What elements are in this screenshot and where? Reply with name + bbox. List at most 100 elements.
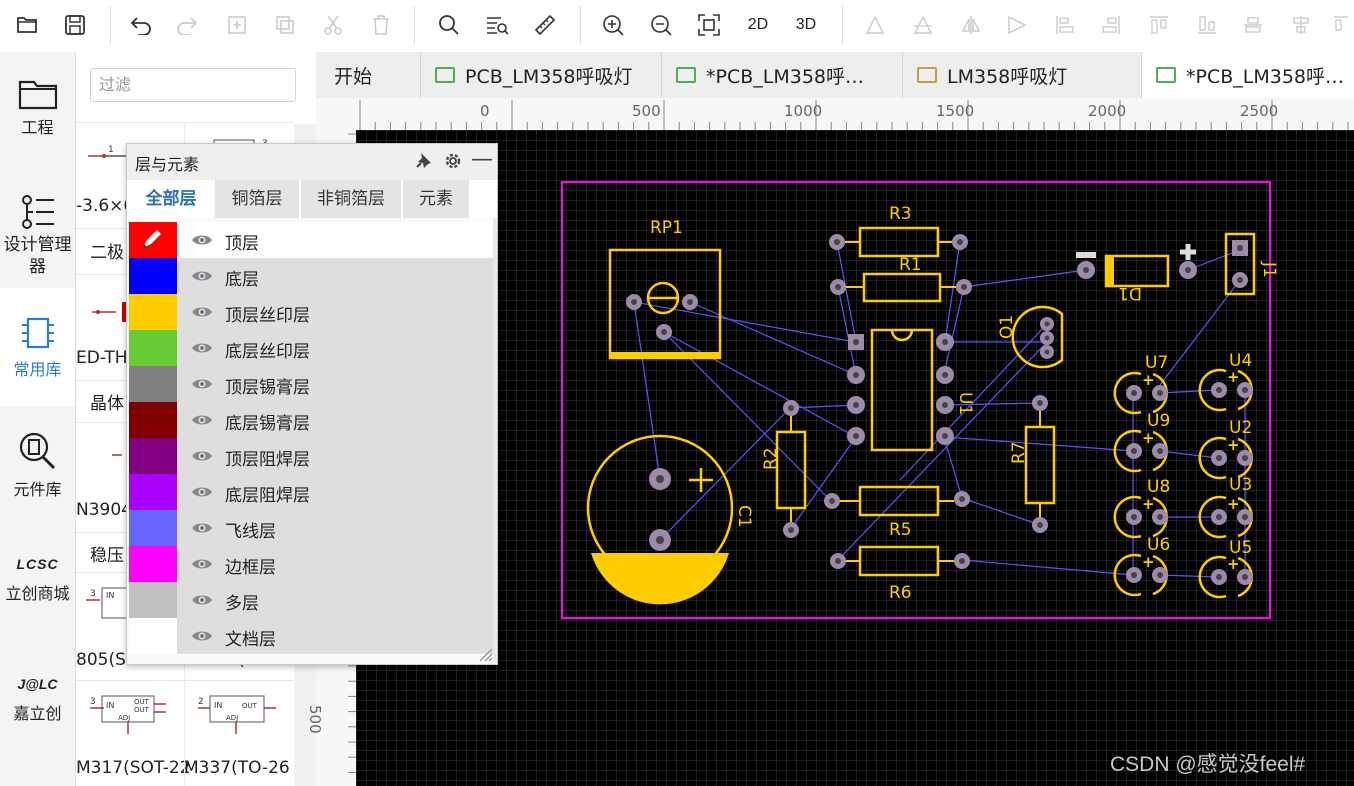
layer-color-swatch[interactable] [129,366,177,402]
layer-row[interactable]: 多层 [127,582,493,618]
minimize-icon[interactable]: — [471,147,493,172]
zoom-out-icon[interactable] [644,8,678,42]
flip-icon[interactable] [1000,8,1034,42]
delete-icon[interactable] [364,8,398,42]
library-item-label[interactable]: ED-TH [76,348,128,368]
open-folder-icon[interactable] [10,8,44,42]
eye-visibility-icon[interactable] [191,269,213,283]
layer-row[interactable]: 顶层 [127,222,493,258]
zoom-in-icon[interactable] [596,8,630,42]
find-list-icon[interactable] [480,8,514,42]
align-left-icon[interactable] [858,8,892,42]
sidebar-item-lcsc-mall[interactable]: LCSC 立创商城 [0,556,75,604]
tab-pcb-2[interactable]: *PCB_LM358呼… [662,52,903,98]
copy-icon[interactable] [268,8,302,42]
pcb-canvas[interactable]: + + + + + + + + RP1 R3 R1 D1 J1 Q1 U1 R2 C1 R7 … [356,130,1354,786]
fit-view-icon[interactable] [692,8,726,42]
eye-visibility-icon[interactable] [191,593,213,607]
layers-scrollbar[interactable] [493,218,497,662]
sidebar-item-common-library[interactable]: 常用库 [0,288,75,406]
layer-color-swatch[interactable] [129,618,177,654]
search-icon[interactable] [432,8,466,42]
eye-visibility-icon[interactable] [191,341,213,355]
filter-input[interactable]: 过滤 [90,68,296,102]
chip-icon [21,317,54,349]
library-item-label[interactable]: N3904 [76,500,132,520]
layer-color-swatch[interactable] [129,294,177,330]
layer-row[interactable]: 顶层阻焊层 [127,438,493,474]
ruler-label: 2500 [1240,102,1279,120]
pcb-board[interactable]: + ++ ++ ++ + RP1 R3 R1 D1 J1 Q1 U1 R2 C1 R7 … [356,130,1354,786]
layer-row[interactable]: 顶层丝印层 [127,294,493,330]
sidebar-item-label: 设计管理器 [3,235,72,277]
align-top-left-icon[interactable] [1048,8,1082,42]
sidebar-item-design-manager[interactable]: 设计管理器 [0,194,75,278]
redo-icon[interactable] [170,8,204,42]
align-more-icon[interactable] [1326,8,1354,42]
tab-pcb-1[interactable]: PCB_LM358呼吸灯 [421,52,662,98]
layer-color-swatch[interactable] [129,510,177,546]
ref-label: U4 [1229,351,1252,371]
align-middle-icon[interactable] [1236,8,1270,42]
layer-color-swatch[interactable] [129,474,177,510]
tab-elements[interactable]: 元素 [403,180,470,218]
mirror-icon[interactable] [954,8,988,42]
align-bottom-icon[interactable] [1190,8,1224,42]
layer-color-swatch[interactable] [129,582,177,618]
tab-start[interactable]: 开始 [316,52,421,98]
pin-icon[interactable] [415,151,433,174]
sidebar-item-project[interactable]: 工程 [0,76,75,138]
layer-row[interactable]: 边框层 [127,546,493,582]
tab-non-copper-layers[interactable]: 非铜箔层 [301,180,402,218]
layer-row[interactable]: 底层 [127,258,493,294]
view-2d-button[interactable]: 2D [738,8,778,42]
layer-color-swatch[interactable] [129,402,177,438]
library-item-label[interactable]: M317(SOT-22 [76,758,191,778]
eye-visibility-icon[interactable] [191,485,213,499]
align-top-icon[interactable] [1142,8,1176,42]
svg-text:OUT: OUT [242,702,258,710]
layer-row[interactable]: 飞线层 [127,510,493,546]
tab-copper-layers[interactable]: 铜箔层 [215,180,300,218]
library-item-label[interactable]: M337(TO-26 [184,758,290,778]
eye-visibility-icon[interactable] [191,449,213,463]
layer-color-swatch[interactable] [129,330,177,366]
add-icon[interactable] [220,8,254,42]
eye-visibility-icon[interactable] [191,413,213,427]
align-center-icon[interactable] [906,8,940,42]
layer-color-swatch[interactable] [129,438,177,474]
distribute-icon[interactable] [1284,8,1318,42]
sidebar-item-component-library[interactable]: 元件库 [0,430,75,500]
library-category-label[interactable]: 稳压 [90,541,124,566]
cut-icon[interactable] [316,8,350,42]
tab-project[interactable]: LM358呼吸灯 [903,52,1142,98]
layer-row[interactable]: 底层丝印层 [127,330,493,366]
layer-row[interactable]: 底层阻焊层 [127,474,493,510]
tab-pcb-active[interactable]: *PCB_LM358呼… [1142,52,1354,98]
eye-visibility-icon[interactable] [191,377,213,391]
eye-visibility-icon[interactable] [191,233,213,247]
layer-row[interactable]: 底层锡膏层 [127,402,493,438]
save-icon[interactable] [58,8,92,42]
sidebar-item-jlc[interactable]: J@LC 嘉立创 [0,676,75,724]
library-category-label[interactable]: 二极 [90,238,124,263]
layer-row[interactable]: 顶层锡膏层 [127,366,493,402]
tab-all-layers[interactable]: 全部层 [129,180,214,218]
panel-header[interactable]: 层与元素 — [127,144,497,180]
layer-color-swatch[interactable] [129,222,177,258]
layer-color-swatch[interactable] [129,258,177,294]
eye-visibility-icon[interactable] [191,557,213,571]
align-right-icon[interactable] [1094,8,1128,42]
layer-color-swatch[interactable] [129,546,177,582]
eye-visibility-icon[interactable] [191,629,213,643]
eye-visibility-icon[interactable] [191,305,213,319]
settings-gear-icon[interactable] [443,151,463,176]
resize-grip-icon[interactable] [477,646,493,662]
eye-visibility-icon[interactable] [191,521,213,535]
svg-text:IN: IN [106,701,114,710]
ruler-icon[interactable] [528,8,562,42]
undo-icon[interactable] [124,8,158,42]
view-3d-button[interactable]: 3D [786,8,826,42]
layer-row[interactable]: 文档层 [127,618,493,654]
library-category-label[interactable]: 晶体 [90,389,124,414]
